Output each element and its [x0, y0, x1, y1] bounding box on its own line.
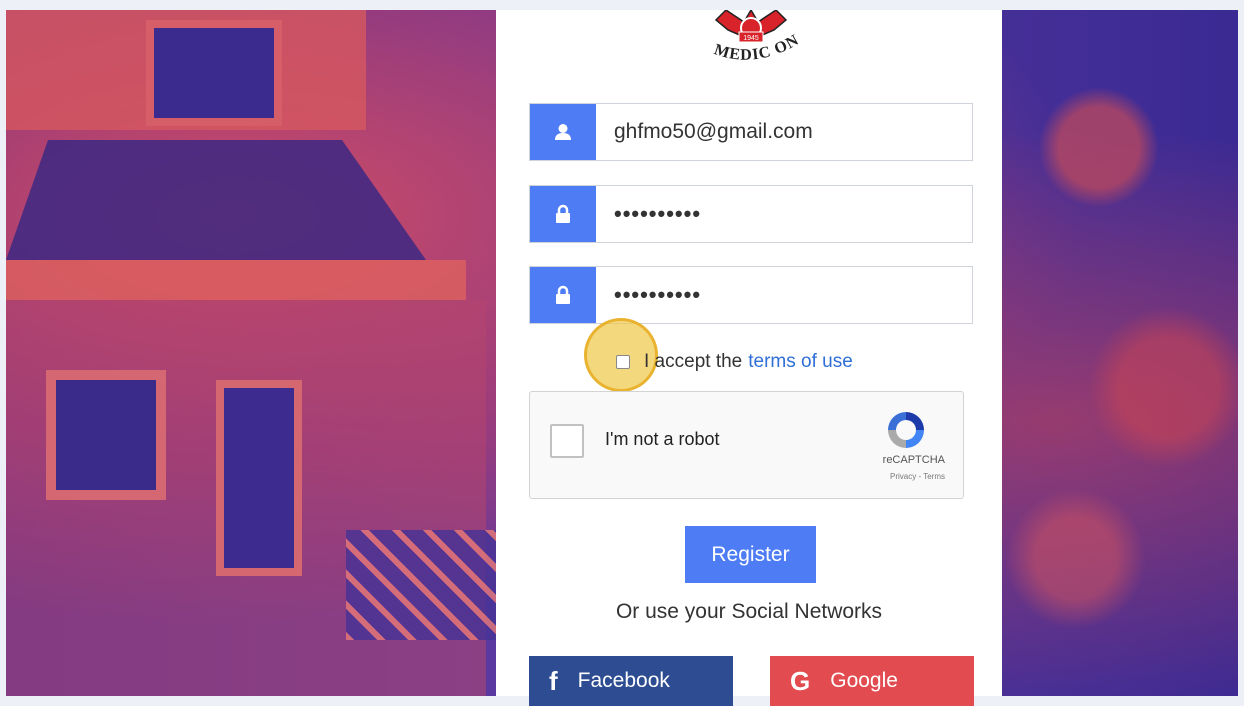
register-button[interactable]: Register — [685, 526, 816, 583]
house-window-right — [216, 380, 302, 576]
facebook-label: Facebook — [577, 669, 670, 692]
google-button[interactable]: G Google — [770, 656, 974, 706]
terms-label: I accept the — [644, 351, 743, 372]
house-beam — [6, 260, 466, 300]
house-upper-window — [146, 20, 282, 126]
password-input[interactable]: •••••••••• — [596, 186, 972, 242]
terms-link[interactable]: terms of use — [748, 351, 853, 373]
recaptcha-label: I'm not a robot — [605, 429, 720, 449]
user-icon — [530, 104, 596, 160]
register-card: 1945 MEDIC ONE ghfmo50@gmail.com •••••••… — [496, 10, 1002, 706]
house-roof — [6, 140, 426, 260]
social-networks-label: Or use your Social Networks — [615, 600, 883, 623]
confirm-password-field[interactable]: •••••••••• — [529, 266, 973, 324]
recaptcha-icon — [888, 412, 924, 448]
google-icon: G — [790, 665, 811, 696]
email-field[interactable]: ghfmo50@gmail.com — [529, 103, 973, 161]
facebook-icon: f — [549, 665, 558, 696]
lock-icon — [530, 186, 596, 242]
email-input[interactable]: ghfmo50@gmail.com — [596, 104, 972, 160]
terms-checkbox[interactable] — [616, 355, 630, 369]
recaptcha-widget: I'm not a robot reCAPTCHA Privacy - Term… — [529, 391, 964, 499]
trees — [1006, 10, 1238, 696]
terms-row: I accept the terms of use — [616, 342, 853, 382]
confirm-password-input[interactable]: •••••••••• — [596, 267, 972, 323]
recaptcha-brand: reCAPTCHA — [882, 454, 945, 466]
facebook-button[interactable]: f Facebook — [529, 656, 733, 706]
house-porch-railing — [346, 530, 506, 640]
house-window-left — [46, 370, 166, 500]
medic-one-logo: 1945 MEDIC ONE — [686, 10, 801, 64]
logo-year: 1945 — [743, 35, 759, 42]
password-field[interactable]: •••••••••• — [529, 185, 973, 243]
recaptcha-checkbox[interactable] — [550, 424, 584, 458]
lock-icon — [530, 267, 596, 323]
recaptcha-links[interactable]: Privacy - Terms — [890, 472, 945, 481]
google-label: Google — [830, 669, 898, 692]
